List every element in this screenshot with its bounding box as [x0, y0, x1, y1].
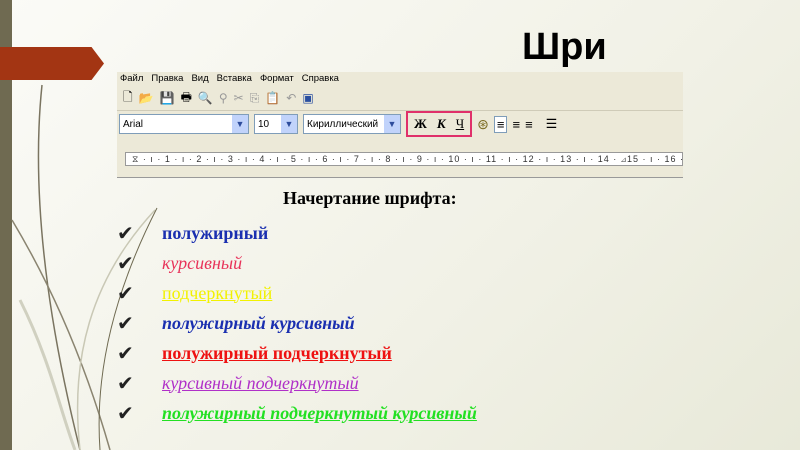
checkmark-icon: ✔ — [117, 222, 134, 245]
menu-help[interactable]: Справка — [302, 72, 339, 86]
item-text: полужирный курсивный — [162, 312, 355, 333]
format-toolbar: Arial ▼ 10 ▼ Кириллический ▼ Ж К Ч ⊛ ≡ ≡ ≡ … — [117, 111, 683, 137]
item-text: курсивный — [162, 252, 243, 273]
list-item: ✔ полужирный подчеркнутый — [117, 338, 477, 368]
checkmark-icon: ✔ — [117, 252, 134, 275]
bold-button[interactable]: Ж — [414, 116, 427, 132]
standard-toolbar: 🗋 📂 💾 🖶 🔍 ⚲ ✂ ⎘ 📋 ↶ ▣ — [117, 86, 683, 111]
align-left-icon[interactable]: ≡ — [493, 115, 508, 133]
font-size-select[interactable]: 10 ▼ — [254, 114, 298, 134]
list-item: ✔ полужирный курсивный — [117, 308, 477, 338]
list-item: ✔ полужирный подчеркнутый курсивный — [117, 398, 477, 428]
chevron-down-icon[interactable]: ▼ — [281, 115, 297, 133]
list-item: ✔ полужирный — [117, 218, 477, 248]
underline-button[interactable]: Ч — [456, 116, 464, 132]
italic-button[interactable]: К — [437, 116, 446, 132]
font-name-value: Arial — [123, 118, 144, 130]
menu-edit[interactable]: Правка — [151, 72, 183, 86]
chevron-down-icon[interactable]: ▼ — [232, 115, 248, 133]
checkmark-icon: ✔ — [117, 282, 134, 305]
item-text: полужирный — [162, 222, 269, 243]
list-item: ✔ подчеркнутый — [117, 278, 477, 308]
ruler[interactable]: ⧖ · ı · 1 · ı · 2 · ı · 3 · ı · 4 · ı · … — [125, 152, 683, 166]
menu-insert[interactable]: Вставка — [217, 72, 252, 86]
checkmark-icon: ✔ — [117, 402, 134, 425]
item-text: полужирный подчеркнутый курсивный — [162, 402, 477, 423]
toolbar-screenshot: Файл Правка Вид Вставка Формат Справка 🗋… — [117, 72, 683, 178]
subtitle: Начертание шрифта: — [283, 188, 457, 208]
checkmark-icon: ✔ — [117, 342, 134, 365]
new-doc-icon[interactable]: 🗋 — [123, 88, 133, 109]
list-item: ✔ курсивный подчеркнутый — [117, 368, 477, 398]
undo-icon[interactable]: ↶ — [286, 91, 296, 105]
menu-view[interactable]: Вид — [191, 72, 208, 86]
menu-file[interactable]: Файл — [120, 72, 143, 86]
cut-icon[interactable]: ✂ — [234, 91, 244, 105]
item-text: подчеркнутый — [162, 282, 273, 303]
checkmark-icon: ✔ — [117, 372, 134, 395]
highlight-icon[interactable]: ⊛ — [477, 116, 489, 133]
paste-icon[interactable]: 📋 — [265, 91, 280, 105]
spell-icon[interactable]: ▣ — [302, 91, 313, 105]
font-size-value: 10 — [258, 118, 270, 130]
charset-select[interactable]: Кириллический ▼ — [303, 114, 401, 134]
align-right-icon[interactable]: ≡ — [525, 117, 533, 132]
item-text: курсивный подчеркнутый — [162, 372, 359, 393]
font-style-buttons: Ж К Ч — [406, 111, 473, 137]
chevron-down-icon[interactable]: ▼ — [384, 115, 400, 133]
copy-icon[interactable]: ⎘ — [250, 91, 260, 106]
list-item: ✔ курсивный — [117, 248, 477, 278]
open-icon[interactable]: 📂 — [139, 91, 154, 105]
style-list: ✔ полужирный ✔ курсивный ✔ подчеркнутый ✔ по… — [117, 218, 477, 428]
item-text: полужирный подчеркнутый — [162, 342, 392, 363]
bullet-list-icon[interactable]: ☰ — [546, 116, 558, 132]
find-icon[interactable]: ⚲ — [219, 91, 228, 105]
align-center-icon[interactable]: ≡ — [512, 117, 520, 132]
charset-value: Кириллический — [307, 118, 379, 130]
menu-format[interactable]: Формат — [260, 72, 294, 86]
print-icon[interactable]: 🖶 — [181, 88, 192, 109]
font-name-select[interactable]: Arial ▼ — [119, 114, 249, 134]
menu-bar: Файл Правка Вид Вставка Формат Справка — [117, 72, 683, 86]
checkmark-icon: ✔ — [117, 312, 134, 335]
save-icon[interactable]: 💾 — [160, 91, 175, 105]
preview-icon[interactable]: 🔍 — [198, 91, 213, 105]
